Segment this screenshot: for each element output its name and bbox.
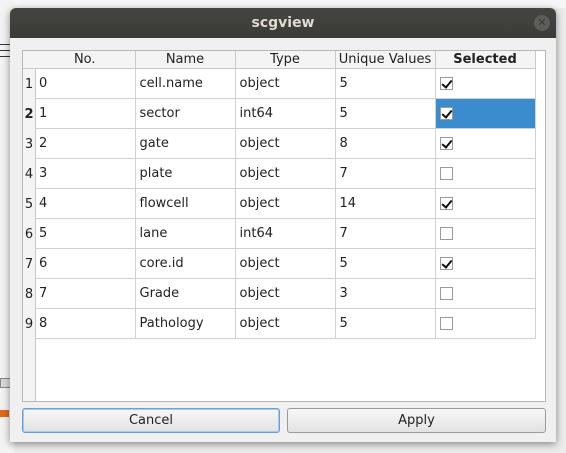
row-number[interactable]: 3	[23, 137, 35, 152]
cell-selected[interactable]	[435, 248, 536, 279]
selected-checkbox[interactable]	[439, 137, 453, 150]
cell-name[interactable]: gate	[135, 128, 236, 159]
window-title: scgview	[251, 15, 315, 31]
col-header-no[interactable]: No.	[35, 51, 136, 69]
col-header-unique-values[interactable]: Unique Values	[335, 51, 436, 69]
table-row[interactable]: 3 plate object 7	[35, 158, 536, 189]
col-header-selected[interactable]: Selected	[435, 51, 536, 69]
row-number[interactable]: 9	[23, 317, 35, 332]
cell-selected[interactable]	[435, 158, 536, 189]
table-row[interactable]: 8 Pathology object 5	[35, 308, 536, 339]
row-number[interactable]: 8	[23, 287, 35, 302]
cell-selected[interactable]	[435, 308, 536, 339]
cell-type[interactable]: int64	[235, 218, 336, 249]
cell-selected[interactable]	[435, 68, 536, 99]
cell-selected[interactable]	[435, 218, 536, 249]
cell-unique-values[interactable]: 7	[335, 218, 436, 249]
table-row[interactable]: 4 flowcell object 14	[35, 188, 536, 219]
cell-type[interactable]: object	[235, 248, 336, 279]
close-icon[interactable]: ✕	[534, 15, 550, 31]
cell-name[interactable]: lane	[135, 218, 236, 249]
row-number[interactable]: 7	[23, 257, 35, 272]
cell-unique-values[interactable]: 5	[335, 68, 436, 99]
cell-type[interactable]: object	[235, 158, 336, 189]
row-number[interactable]: 6	[23, 227, 35, 242]
cell-name[interactable]: core.id	[135, 248, 236, 279]
table-row[interactable]: 5 lane int64 7	[35, 218, 536, 249]
background-window-edge	[14, 0, 566, 8]
table-row[interactable]: 7 Grade object 3	[35, 278, 536, 309]
header-row: No. Name Type Unique Values Selected	[35, 51, 536, 69]
cell-name[interactable]: plate	[135, 158, 236, 189]
cell-name[interactable]: cell.name	[135, 68, 236, 99]
background-swatch	[0, 410, 9, 417]
cell-selected[interactable]	[435, 98, 536, 129]
selected-checkbox[interactable]	[439, 197, 453, 210]
selected-checkbox[interactable]	[439, 257, 453, 270]
row-number[interactable]: 1	[23, 77, 35, 92]
scgview-dialog: scgview ✕ 123456789 No. Name Type Unique…	[10, 8, 556, 442]
cell-type[interactable]: object	[235, 278, 336, 309]
cell-no[interactable]: 2	[35, 128, 136, 159]
selected-checkbox[interactable]	[439, 107, 453, 120]
table-row[interactable]: 0 cell.name object 5	[35, 68, 536, 99]
selected-checkbox[interactable]	[439, 167, 453, 180]
cell-no[interactable]: 3	[35, 158, 136, 189]
cell-name[interactable]: Pathology	[135, 308, 236, 339]
selected-checkbox[interactable]	[439, 287, 453, 300]
row-number[interactable]: 5	[23, 197, 35, 212]
cell-no[interactable]: 1	[35, 98, 136, 129]
cell-name[interactable]: flowcell	[135, 188, 236, 219]
cell-no[interactable]: 8	[35, 308, 136, 339]
col-header-name[interactable]: Name	[135, 51, 236, 69]
cell-unique-values[interactable]: 5	[335, 98, 436, 129]
table-corner[interactable]	[23, 51, 35, 69]
table-row[interactable]: 2 gate object 8	[35, 128, 536, 159]
cell-unique-values[interactable]: 5	[335, 248, 436, 279]
cell-selected[interactable]	[435, 188, 536, 219]
cell-type[interactable]: object	[235, 308, 336, 339]
cell-no[interactable]: 4	[35, 188, 136, 219]
cell-type[interactable]: object	[235, 188, 336, 219]
cell-type[interactable]: object	[235, 68, 336, 99]
cell-type[interactable]: object	[235, 128, 336, 159]
apply-button[interactable]: Apply	[287, 408, 546, 433]
title-bar[interactable]: scgview ✕	[10, 8, 556, 38]
cell-unique-values[interactable]: 14	[335, 188, 436, 219]
columns-table: 123456789 No. Name Type Unique Values Se…	[22, 50, 546, 402]
row-number[interactable]: 4	[23, 167, 35, 182]
cell-type[interactable]: int64	[235, 98, 336, 129]
cell-no[interactable]: 6	[35, 248, 136, 279]
row-number[interactable]: 2	[23, 107, 35, 122]
cell-unique-values[interactable]: 8	[335, 128, 436, 159]
selected-checkbox[interactable]	[439, 227, 453, 240]
cell-unique-values[interactable]: 7	[335, 158, 436, 189]
cell-unique-values[interactable]: 5	[335, 308, 436, 339]
cell-selected[interactable]	[435, 128, 536, 159]
cell-no[interactable]: 0	[35, 68, 136, 99]
cell-name[interactable]: Grade	[135, 278, 236, 309]
cell-name[interactable]: sector	[135, 98, 236, 129]
table-row[interactable]: 1 sector int64 5	[35, 98, 536, 129]
cell-unique-values[interactable]: 3	[335, 278, 436, 309]
col-header-type[interactable]: Type	[235, 51, 336, 69]
selected-checkbox[interactable]	[439, 317, 453, 330]
selected-checkbox[interactable]	[439, 77, 453, 90]
cancel-button[interactable]: Cancel	[22, 408, 280, 433]
table-row[interactable]: 6 core.id object 5	[35, 248, 536, 279]
cell-no[interactable]: 5	[35, 218, 136, 249]
cell-no[interactable]: 7	[35, 278, 136, 309]
cell-selected[interactable]	[435, 278, 536, 309]
